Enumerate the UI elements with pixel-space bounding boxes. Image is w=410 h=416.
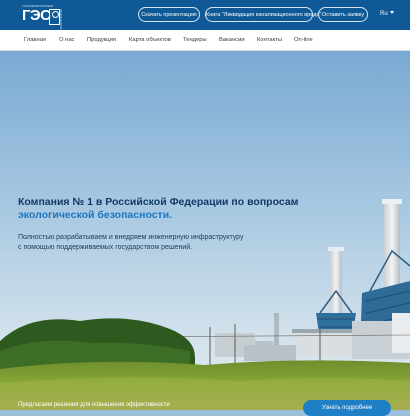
chevron-down-icon bbox=[389, 11, 394, 14]
bottom-caption: Предлагаем решения для повышения эффекти… bbox=[18, 402, 170, 408]
nav-item-home[interactable]: Главная bbox=[24, 30, 46, 50]
learn-more-button[interactable]: Узнать подробнее bbox=[303, 400, 391, 416]
nav-item-tenders[interactable]: Тендеры bbox=[183, 30, 207, 50]
top-bar: ГАЗОХИМКОМПЛЕКТ ГЭС ИНЖИНИРИНГ Скачать п… bbox=[0, 0, 410, 31]
headline-accent: экологической безопасности. bbox=[18, 209, 173, 221]
subtext-line-2: с помощью поддерживаемых государством ре… bbox=[18, 244, 193, 251]
download-presentation-button[interactable]: Скачать презентацию bbox=[138, 7, 200, 22]
headline-main: Компания № 1 в Российской Федерации по в… bbox=[18, 196, 299, 208]
hero-banner bbox=[0, 51, 410, 410]
company-logo[interactable]: ГАЗОХИМКОМПЛЕКТ ГЭС ИНЖИНИРИНГ bbox=[22, 4, 63, 31]
hero-headline: Компания № 1 в Российской Федерации по в… bbox=[18, 196, 318, 222]
language-selector[interactable]: Ru bbox=[376, 7, 398, 22]
subtext-line-1: Полностью разрабатываем и внедряем инжен… bbox=[18, 234, 244, 241]
nav-item-vacancies[interactable]: Вакансии bbox=[219, 30, 245, 50]
nav-item-online[interactable]: On-line bbox=[294, 30, 313, 50]
main-navigation: Главная О нас Продукция Карта объектов Т… bbox=[0, 30, 410, 51]
hero-subtext: Полностью разрабатываем и внедряем инжен… bbox=[18, 233, 298, 253]
hero-background-image bbox=[0, 51, 410, 410]
language-label: Ru bbox=[380, 11, 388, 17]
nav-item-contacts[interactable]: Контакты bbox=[257, 30, 282, 50]
logo-side-text: ИНЖИНИРИНГ bbox=[59, 9, 63, 31]
nav-item-about[interactable]: О нас bbox=[59, 30, 74, 50]
book-button[interactable]: Книга "Ликвидация канализационного вреда… bbox=[205, 7, 321, 22]
logo-main-text: ГЭС bbox=[22, 7, 51, 24]
leave-request-button[interactable]: Оставить заявку bbox=[318, 7, 368, 22]
nav-item-products[interactable]: Продукция bbox=[87, 30, 116, 50]
nav-item-objects-map[interactable]: Карта объектов bbox=[129, 30, 171, 50]
